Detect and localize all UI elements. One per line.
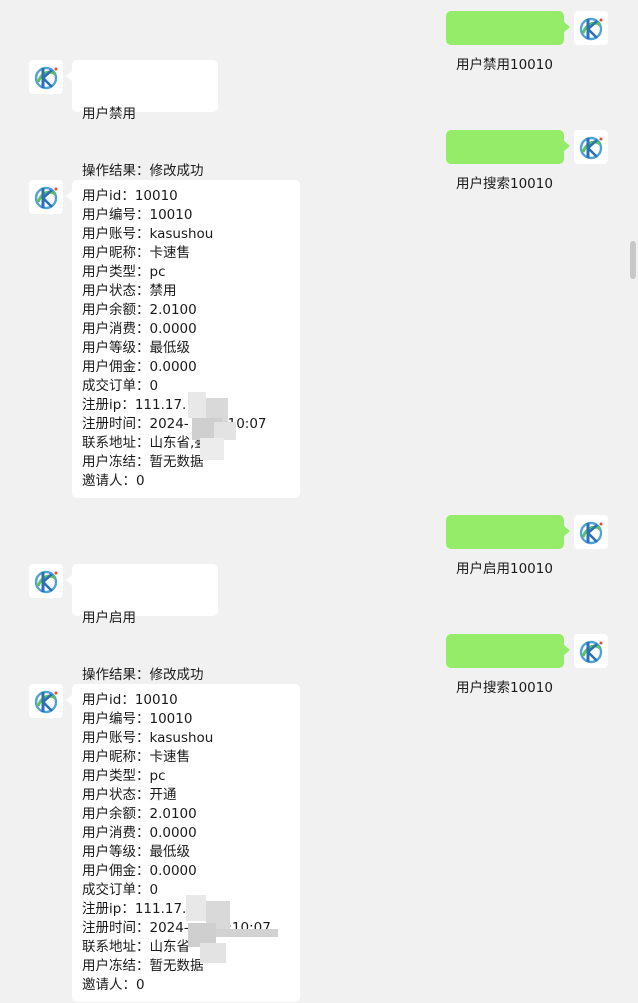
message-text: 成交订单：0 [82,378,159,394]
message-text: 用户搜索10010 [456,176,553,192]
self-avatar[interactable] [574,130,608,164]
message-text: 用户禁用 [82,106,136,122]
message-text: 用户状态：禁用 [82,283,177,299]
message-text: 用户余额：2.0100 [82,806,197,822]
message-text: 用户禁用10010 [456,57,553,73]
message-text: 注册ip：111.17. .9 [82,397,213,413]
message-text: 用户类型：pc [82,264,166,280]
bot-avatar[interactable] [29,60,63,94]
message-text: 用户余额：2.0100 [82,302,197,318]
message-text: 用户启用10010 [456,561,553,577]
sent-message-bubble[interactable]: 用户搜索10010 [446,634,570,696]
message-text: 联系地址：山东省,臺 [82,435,208,451]
app-logo-icon [579,17,603,41]
bot-avatar[interactable] [29,180,63,214]
received-message-bubble[interactable]: 用户id：10010 用户编号：10010 用户账号：kasushou 用户昵称：卡速… [66,180,300,498]
message-text: 用户消费：0.0000 [82,321,197,337]
message-text: 用户消费：0.0000 [82,825,197,841]
privacy-mosaic [188,392,240,462]
message-text: 操作结果：修改成功 [82,667,204,683]
app-logo-icon [34,570,58,594]
message-text: 用户编号：10010 [82,207,193,223]
app-logo-icon [579,521,603,545]
message-text: 操作结果：修改成功 [82,163,204,179]
app-logo-icon [34,690,58,714]
message-text: 用户账号：kasushou [82,730,214,746]
app-logo-icon [579,136,603,160]
sent-message-bubble[interactable]: 用户搜索10010 [446,130,570,192]
received-message-bubble[interactable]: 用户启用 操作结果：修改成功 [66,564,218,683]
sent-message-bubble[interactable]: 用户启用10010 [446,515,570,577]
app-logo-icon [579,640,603,664]
message-text: 用户佣金：0.0000 [82,359,197,375]
message-text: 注册时间：2024- 9:10:07 [82,416,267,432]
message-text: 用户编号：10010 [82,711,193,727]
self-avatar[interactable] [574,11,608,45]
bot-avatar[interactable] [29,564,63,598]
chat-window: 用户禁用10010 用户禁用 操作结果：修改成功 用户搜索10010 用户id：… [0,0,638,1003]
message-text: 用户启用 [82,610,136,626]
message-text: 用户账号：kasushou [82,226,214,242]
bot-avatar[interactable] [29,684,63,718]
message-text: 用户冻结：暂无数据 [82,454,204,470]
message-text: 用户类型：pc [82,768,166,784]
message-text: 用户昵称：卡速售 [82,245,190,261]
message-text: 用户id：10010 [82,692,178,708]
message-text: 邀请人：0 [82,473,145,489]
message-text: 用户等级：最低级 [82,844,190,860]
sent-message-bubble[interactable]: 用户禁用10010 [446,11,570,73]
message-text: 用户昵称：卡速售 [82,749,190,765]
self-avatar[interactable] [574,634,608,668]
message-text: 用户搜索10010 [456,680,553,696]
self-avatar[interactable] [574,515,608,549]
app-logo-icon [34,186,58,210]
message-text: 用户id：10010 [82,188,178,204]
message-text: 用户状态：开通 [82,787,177,803]
message-text: 用户佣金：0.0000 [82,863,197,879]
message-text: 邀请人：0 [82,977,145,993]
message-text: 用户等级：最低级 [82,340,190,356]
app-logo-icon [34,66,58,90]
scrollbar-thumb[interactable] [630,241,636,279]
received-message-bubble[interactable]: 用户禁用 操作结果：修改成功 [66,60,218,179]
privacy-mosaic [186,895,280,965]
